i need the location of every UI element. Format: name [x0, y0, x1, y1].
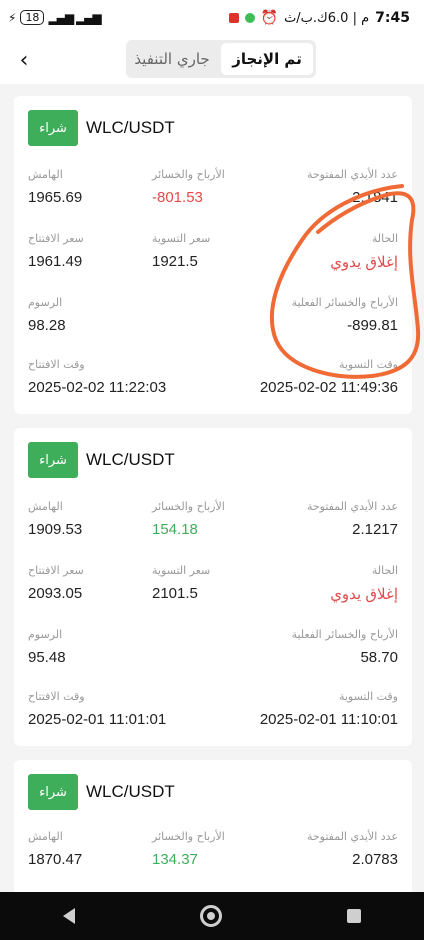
clock: 7:45 — [375, 10, 410, 26]
status-left: ⚡ 18 ▂▄▆ ▂▄▆ — [8, 10, 102, 25]
battery-icon: 18 — [20, 10, 45, 25]
actual-pnl-cell: الأرباح والخسائر الفعلية -899.81 — [292, 296, 398, 334]
status-right: 7:45 م | 6.0ك.ب/ث ⏰ — [228, 10, 410, 26]
pnl-label: الأرباح والخسائر — [152, 168, 225, 181]
fees-cell: الرسوم 98.28 — [28, 296, 66, 334]
actual-pnl-value: 58.70 — [360, 649, 398, 666]
margin-value: 1870.47 — [28, 851, 83, 868]
settle-time-value: 2025-02-02 11:49:36 — [259, 379, 398, 396]
order-card[interactable]: شراء WLC/USDT الهامش 1909.53 الأرباح وال… — [14, 428, 412, 746]
order-card[interactable]: شراء WLC/USDT الهامش 1965.69 الأرباح وال… — [14, 96, 412, 414]
status-value: إغلاق يدوي — [330, 254, 398, 271]
settle-price-cell: سعر التسوية 2101.5 — [152, 564, 210, 602]
open-hands-label: عدد الأيدي المفتوحة — [306, 500, 398, 513]
status-label: الحالة — [371, 232, 398, 245]
fees-label: الرسوم — [28, 296, 63, 309]
open-hands-value: 2.1841 — [352, 189, 398, 206]
open-hands-cell: عدد الأيدي المفتوحة 2.1217 — [307, 500, 398, 538]
pnl-cell: الأرباح والخسائر 134.37 — [152, 830, 225, 868]
pnl-value: -801.53 — [152, 189, 203, 206]
status-bar: ⚡ 18 ▂▄▆ ▂▄▆ 7:45 م | 6.0ك.ب/ث ⏰ — [0, 0, 424, 40]
open-hands-label: عدد الأيدي المفتوحة — [306, 168, 398, 181]
pnl-cell: الأرباح والخسائر -801.53 — [152, 168, 225, 206]
youtube-icon — [228, 13, 239, 23]
status-value: إغلاق يدوي — [330, 586, 398, 603]
actual-pnl-label: الأرباح والخسائر الفعلية — [291, 628, 398, 641]
pair-label: WLC/USDT — [86, 118, 175, 137]
tab-switcher: تم الإنجاز جاري التنفيذ — [126, 40, 316, 78]
fees-cell: الرسوم 95.48 — [28, 628, 66, 666]
signal-icon: ▂▄▆ ▂▄▆ — [48, 10, 101, 25]
charging-icon: ⚡ — [8, 10, 17, 25]
open-hands-cell: عدد الأيدي المفتوحة 2.1841 — [307, 168, 398, 206]
recents-icon[interactable] — [347, 909, 362, 923]
actual-pnl-value: -899.81 — [347, 317, 398, 334]
margin-cell: الهامش 1965.69 — [28, 168, 82, 206]
order-card[interactable]: شراء WLC/USDT الهامش 1870.47 الأرباح وال… — [14, 760, 412, 900]
open-price-value: 2093.05 — [28, 585, 83, 602]
settle-price-cell: سعر التسوية 1921.5 — [152, 232, 210, 270]
pnl-value: 134.37 — [152, 851, 198, 868]
settle-time-cell: وقت التسوية 2025-02-02 11:49:36 — [260, 358, 398, 396]
open-price-value: 1961.49 — [28, 253, 83, 270]
open-time-cell: وقت الافتتاح 2025-02-01 11:01:01 — [28, 690, 166, 728]
whatsapp-icon — [244, 13, 255, 23]
back-icon[interactable] — [62, 908, 75, 924]
tab-in-progress[interactable]: جاري التنفيذ — [126, 40, 218, 78]
pair-label: WLC/USDT — [86, 450, 175, 469]
open-time-cell: وقت الافتتاح 2025-02-02 11:22:03 — [28, 358, 166, 396]
open-price-cell: سعر الافتتاح 2093.05 — [28, 564, 84, 602]
open-time-value: 2025-02-02 11:22:03 — [28, 379, 167, 396]
settle-price-value: 1921.5 — [152, 253, 198, 270]
tab-completed[interactable]: تم الإنجاز — [221, 43, 313, 75]
buy-badge: شراء — [28, 774, 78, 810]
margin-cell: الهامش 1870.47 — [28, 830, 82, 868]
pnl-cell: الأرباح والخسائر 154.18 — [152, 500, 225, 538]
margin-cell: الهامش 1909.53 — [28, 500, 82, 538]
settle-time-cell: وقت التسوية 2025-02-01 11:10:01 — [260, 690, 398, 728]
open-time-label: وقت الافتتاح — [28, 358, 85, 371]
settle-price-label: سعر التسوية — [152, 232, 211, 245]
fees-value: 95.48 — [28, 649, 66, 666]
header: ‹ تم الإنجاز جاري التنفيذ — [0, 40, 424, 84]
margin-label: الهامش — [28, 500, 63, 513]
margin-label: الهامش — [28, 830, 63, 843]
open-hands-label: عدد الأيدي المفتوحة — [306, 830, 398, 843]
open-hands-cell: عدد الأيدي المفتوحة 2.0783 — [307, 830, 398, 868]
settle-time-label: وقت التسوية — [338, 690, 398, 703]
pair-label: WLC/USDT — [86, 782, 175, 801]
margin-value: 1909.53 — [28, 521, 83, 538]
alarm-icon: ⏰ — [260, 10, 279, 26]
status-label: الحالة — [371, 564, 398, 577]
status-cell: الحالة إغلاق يدوي — [330, 232, 398, 271]
open-time-label: وقت الافتتاح — [28, 690, 85, 703]
settle-price-label: سعر التسوية — [152, 564, 211, 577]
pnl-label: الأرباح والخسائر — [152, 500, 225, 513]
margin-label: الهامش — [28, 168, 63, 181]
open-hands-value: 2.0783 — [352, 851, 398, 868]
fees-value: 98.28 — [28, 317, 66, 334]
settle-price-value: 2101.5 — [152, 585, 198, 602]
open-price-label: سعر الافتتاح — [28, 232, 84, 245]
network-speed: م | 6.0ك.ب/ث — [284, 10, 370, 26]
home-icon[interactable] — [199, 905, 222, 927]
buy-badge: شراء — [28, 110, 78, 146]
buy-badge: شراء — [28, 442, 78, 478]
open-time-value: 2025-02-01 11:01:01 — [28, 711, 167, 728]
settle-time-label: وقت التسوية — [338, 358, 398, 371]
open-price-label: سعر الافتتاح — [28, 564, 84, 577]
settle-time-value: 2025-02-01 11:10:01 — [259, 711, 398, 728]
pnl-value: 154.18 — [152, 521, 198, 538]
status-cell: الحالة إغلاق يدوي — [330, 564, 398, 603]
pnl-label: الأرباح والخسائر — [152, 830, 225, 843]
open-hands-value: 2.1217 — [352, 521, 398, 538]
fees-label: الرسوم — [28, 628, 63, 641]
actual-pnl-cell: الأرباح والخسائر الفعلية 58.70 — [292, 628, 398, 666]
margin-value: 1965.69 — [28, 189, 83, 206]
chevron-left-icon[interactable]: ‹ — [12, 46, 36, 76]
open-price-cell: سعر الافتتاح 1961.49 — [28, 232, 84, 270]
actual-pnl-label: الأرباح والخسائر الفعلية — [291, 296, 398, 309]
system-nav-bar — [0, 892, 424, 940]
